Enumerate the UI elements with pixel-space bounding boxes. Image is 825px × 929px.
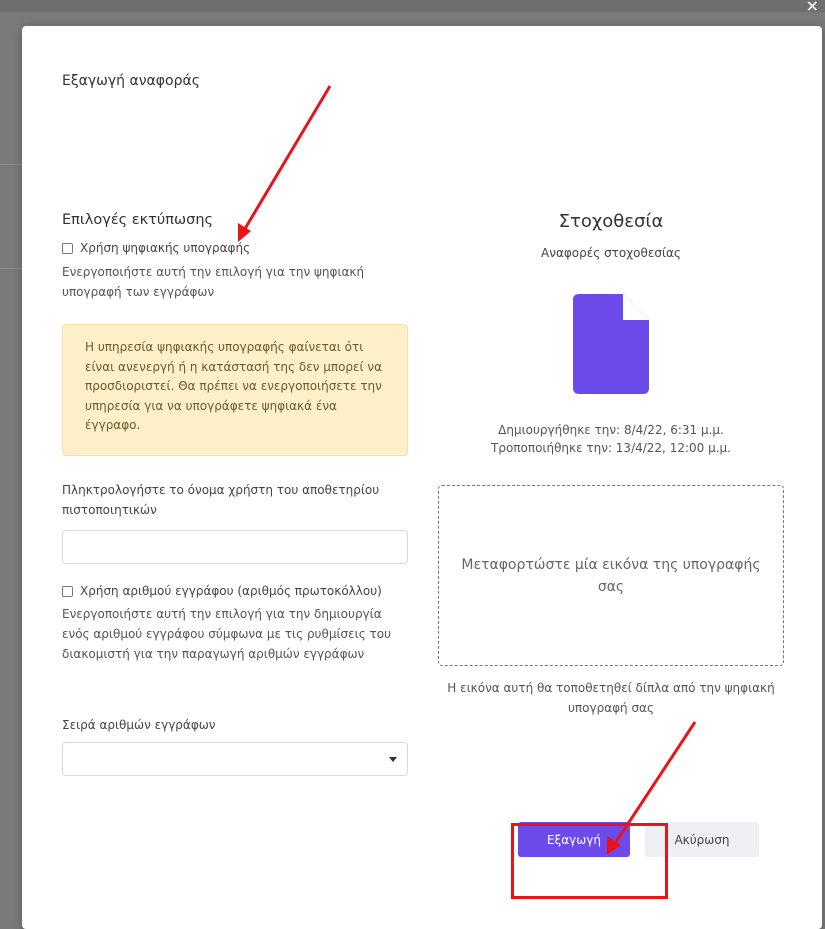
signature-image-note: Η εικόνα αυτή θα τοποθετηθεί δίπλα από τ… <box>447 681 775 715</box>
dropzone-prompt: Μεταφορτώστε μία εικόνα της υπογραφής σα… <box>461 556 761 595</box>
backdrop-divider <box>0 268 22 269</box>
export-report-dialog: Εξαγωγή αναφοράς Επιλογές εκτύπωσης Χρήσ… <box>22 26 822 929</box>
document-number-label: Χρήση αριθμού εγγράφου (αριθμός πρωτοκόλ… <box>80 584 382 598</box>
report-modified-date: Τροποποιήθηκε την: 13/4/22, 12:00 μ.μ. <box>491 441 731 455</box>
document-icon <box>573 294 649 394</box>
document-number-checkbox[interactable] <box>62 585 73 597</box>
signature-service-warning: Η υπηρεσία ψηφιακής υπογραφής φαίνεται ό… <box>62 324 408 456</box>
digital-signature-checkbox-row[interactable]: Χρήση ψηφιακής υπογραφής <box>62 241 250 255</box>
keystore-user-label: Πληκτρολογήστε το όνομα χρήστη του αποθε… <box>62 483 380 517</box>
backdrop-top-strip <box>0 0 825 12</box>
signature-image-dropzone[interactable]: Μεταφορτώστε μία εικόνα της υπογραφής σα… <box>438 485 784 666</box>
document-number-help: Ενεργοποιήστε αυτή την επιλογή για την δ… <box>62 607 392 661</box>
chevron-down-icon <box>389 757 397 762</box>
report-subtitle: Αναφορές στοχοθεσίας <box>541 246 681 260</box>
keystore-user-input[interactable] <box>62 530 408 564</box>
digital-signature-label: Χρήση ψηφιακής υπογραφής <box>80 241 251 255</box>
print-options-heading: Επιλογές εκτύπωσης <box>62 212 214 228</box>
number-series-label: Σειρά αριθμών εγγράφων <box>62 718 216 732</box>
close-icon[interactable]: × <box>806 0 819 15</box>
digital-signature-checkbox[interactable] <box>62 242 73 254</box>
document-number-checkbox-row[interactable]: Χρήση αριθμού εγγράφου (αριθμός πρωτοκόλ… <box>62 584 382 598</box>
backdrop-divider <box>0 164 22 165</box>
report-title: Στοχοθεσία <box>558 211 664 232</box>
number-series-select[interactable] <box>62 742 408 776</box>
dialog-title: Εξαγωγή αναφοράς <box>62 73 200 89</box>
digital-signature-help: Ενεργοποιήστε αυτή την επιλογή για την ψ… <box>62 265 365 299</box>
annotation-highlight-box <box>511 823 668 899</box>
report-created-date: Δημιουργήθηκε την: 8/4/22, 6:31 μ.μ. <box>498 423 724 437</box>
